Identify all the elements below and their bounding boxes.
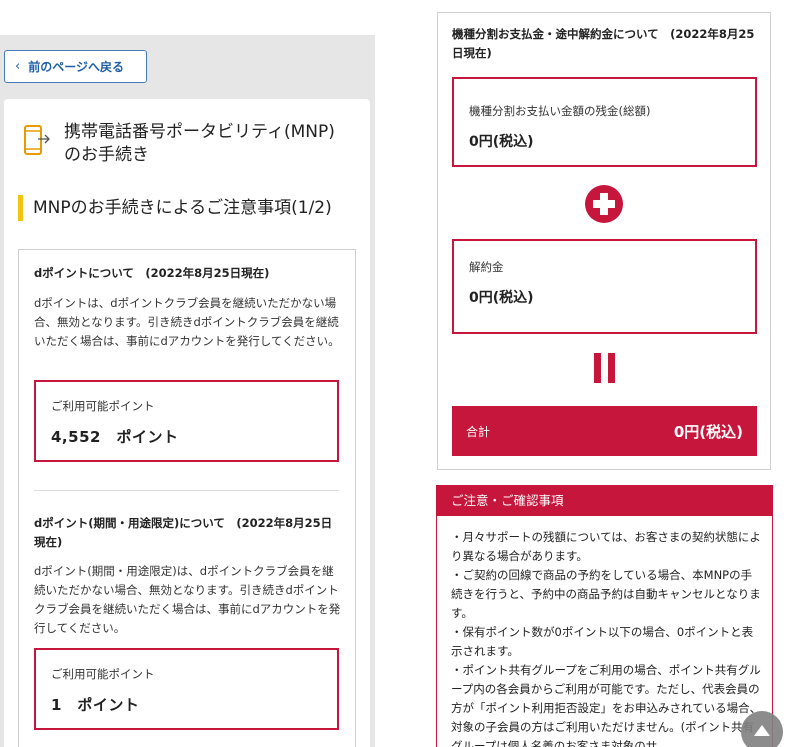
points-box: dポイントについて (2022年8月25日現在) dポイントは、dポイントクラブ… <box>18 249 356 747</box>
notice-box: ご注意・ご確認事項 ・月々サポートの残額については、お客さまの契約状態により異な… <box>436 485 773 747</box>
back-button-label: 前のページへ戻る <box>28 60 124 74</box>
dpoint-limited-available-box: ご利用可能ポイント 1 ポイント <box>34 648 339 730</box>
chevron-left-icon: ‹ <box>15 59 21 74</box>
dpoint-limited-description: dポイント(期間・用途限定)は、dポイントクラブ会員を継続いただかない場合、無効… <box>34 564 341 635</box>
page-title: 携帯電話番号ポータビリティ(MNP)のお手続き <box>64 122 335 165</box>
remaining-amount-box: 機種分割お支払い金額の残金(総額) 0円(税込) <box>452 77 757 167</box>
remaining-value: 0円(税込) <box>469 134 534 150</box>
status-area <box>0 0 375 35</box>
dpoint-limited-available-label: ご利用可能ポイント <box>51 667 155 681</box>
cancellation-value: 0円(税込) <box>469 290 534 306</box>
total-label: 合計 <box>466 424 491 439</box>
plus-icon <box>585 185 623 223</box>
phone-transfer-icon <box>24 125 50 157</box>
cancellation-fee-box: 解約金 0円(税込) <box>452 239 757 334</box>
content-card: 携帯電話番号ポータビリティ(MNP)のお手続き MNPのお手続きによるご注意事項… <box>4 99 370 747</box>
notice-item: ・月々サポートの残額については、お客さまの契約状態により異なる場合があります。 <box>451 530 761 563</box>
dpoint-title: dポイントについて (2022年8月25日現在) <box>34 266 270 280</box>
installment-title: 機種分割お支払金・途中解約金について (2022年8月25日現在) <box>452 27 755 60</box>
left-screen: ‹ 前のページへ戻る 携帯電話番号ポータビリティ(MNP)のお手続き MNPのお… <box>0 0 375 747</box>
remaining-label: 機種分割お支払い金額の残金(総額) <box>469 104 651 118</box>
notice-item: ・ポイント共有グループをご利用の場合、ポイント共有グループ内の各会員からご利用が… <box>451 663 762 747</box>
notice-item: ・ご契約の回線で商品の予約をしている場合、本MNPの手続きを行うと、予約中の商品… <box>451 568 761 620</box>
total-value: 0円(税込) <box>673 422 743 441</box>
divider <box>34 490 339 491</box>
dpoint-limited-title: dポイント(期間・用途限定)について (2022年8月25日現在) <box>34 516 333 549</box>
dpoint-limited-available-value: 1 ポイント <box>51 696 140 714</box>
dpoint-available-value: 4,552 ポイント <box>51 428 179 446</box>
equals-icon <box>594 353 616 383</box>
back-button[interactable]: ‹ 前のページへ戻る <box>4 50 147 83</box>
installment-panel: 機種分割お支払金・途中解約金について (2022年8月25日現在) 機種分割お支… <box>437 12 771 470</box>
total-bar: 合計 0円(税込) <box>452 406 757 456</box>
dpoint-available-box: ご利用可能ポイント 4,552 ポイント <box>34 380 339 462</box>
cancellation-label: 解約金 <box>469 260 504 274</box>
right-screen: 機種分割お支払金・途中解約金について (2022年8月25日現在) 機種分割お支… <box>418 0 799 747</box>
notice-item: ・保有ポイント数が0ポイント以下の場合、0ポイントと表示されます。 <box>451 625 754 658</box>
scroll-to-top-button[interactable] <box>741 711 783 747</box>
notice-header: ご注意・ご確認事項 <box>437 486 772 516</box>
dpoint-description: dポイントは、dポイントクラブ会員を継続いただかない場合、無効となります。引き続… <box>34 296 340 348</box>
dpoint-available-label: ご利用可能ポイント <box>51 399 155 413</box>
section-title: MNPのお手続きによるご注意事項(1/2) <box>18 195 332 221</box>
notice-body: ・月々サポートの残額については、お客さまの契約状態により異なる場合があります。 … <box>437 516 772 747</box>
page-header: 携帯電話番号ポータビリティ(MNP)のお手続き <box>24 121 349 167</box>
